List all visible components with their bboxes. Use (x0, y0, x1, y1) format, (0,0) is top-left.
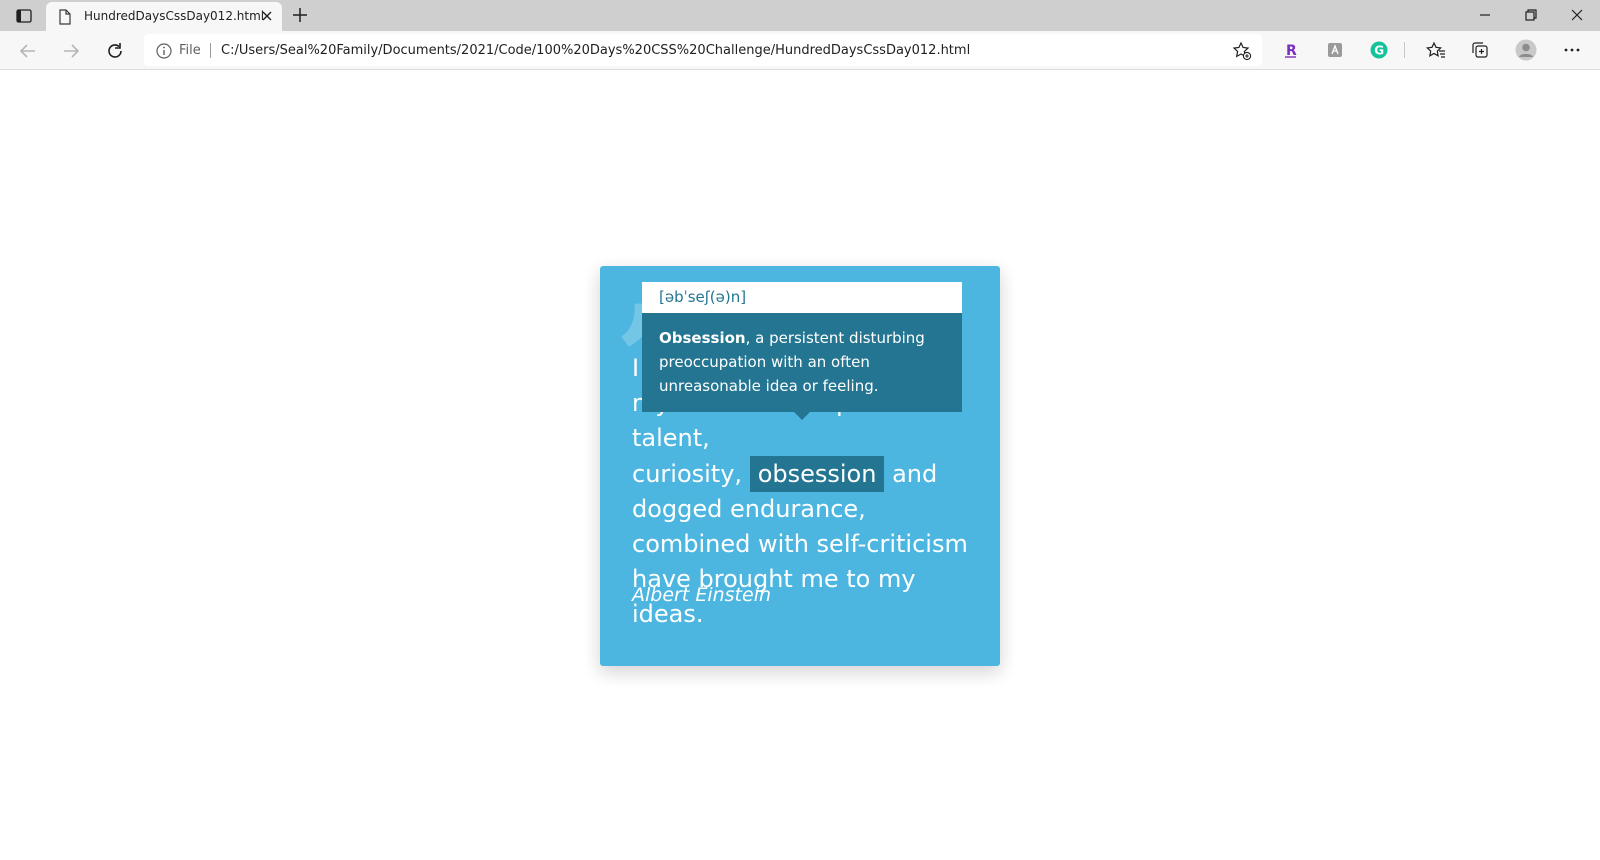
tooltip-term: Obsession (659, 329, 746, 347)
collections-icon[interactable] (1470, 40, 1490, 60)
tooltip-definition: Obsession, a persistent disturbing preoc… (642, 313, 962, 412)
toolbar-divider (1404, 42, 1405, 58)
tab-strip: HundredDaysCssDay012.html (0, 0, 1600, 31)
tooltip-pronunciation: [əbˈseʃ(ə)n] (642, 282, 962, 313)
forward-icon[interactable] (60, 40, 82, 62)
scheme-label: File (179, 43, 201, 58)
browser-toolbar: File C:/Users/Seal%20Family/Documents/20… (0, 31, 1600, 70)
refresh-icon[interactable] (104, 40, 126, 62)
close-window-icon[interactable] (1567, 5, 1587, 25)
tab-actions-icon[interactable] (10, 6, 38, 26)
add-favorite-icon[interactable] (1232, 41, 1252, 61)
minimize-icon[interactable] (1475, 5, 1495, 25)
definition-tooltip: [əbˈseʃ(ə)n] Obsession, a persistent dis… (642, 282, 962, 420)
restore-icon[interactable] (1521, 5, 1541, 25)
puzzle-extension-icon[interactable] (1325, 40, 1345, 60)
active-tab[interactable]: HundredDaysCssDay012.html (46, 2, 282, 31)
profile-avatar-icon[interactable] (1515, 39, 1537, 61)
info-icon[interactable] (156, 43, 172, 59)
omnibox-divider (210, 43, 211, 58)
url-text[interactable]: C:/Users/Seal%20Family/Documents/2021/Co… (221, 43, 970, 58)
new-tab-icon[interactable] (290, 5, 310, 25)
quote-line-start: I (632, 354, 640, 382)
page-icon (58, 9, 72, 25)
close-tab-icon[interactable] (260, 9, 274, 23)
tab-title: HundredDaysCssDay012.html (84, 9, 265, 23)
quote-author: Albert Einstein (632, 584, 772, 606)
svg-text:G: G (1374, 44, 1384, 58)
grammarly-icon[interactable]: G (1369, 40, 1389, 60)
favorites-icon[interactable] (1425, 40, 1446, 60)
back-icon[interactable] (17, 40, 39, 62)
quote-before-highlight: curiosity, (632, 460, 743, 488)
tooltip-arrow (794, 412, 810, 420)
r-extension-icon[interactable]: R (1281, 40, 1301, 60)
address-bar[interactable]: File C:/Users/Seal%20Family/Documents/20… (144, 34, 1262, 66)
highlighted-word[interactable]: obsession (749, 456, 885, 492)
more-options-icon[interactable] (1562, 40, 1582, 60)
